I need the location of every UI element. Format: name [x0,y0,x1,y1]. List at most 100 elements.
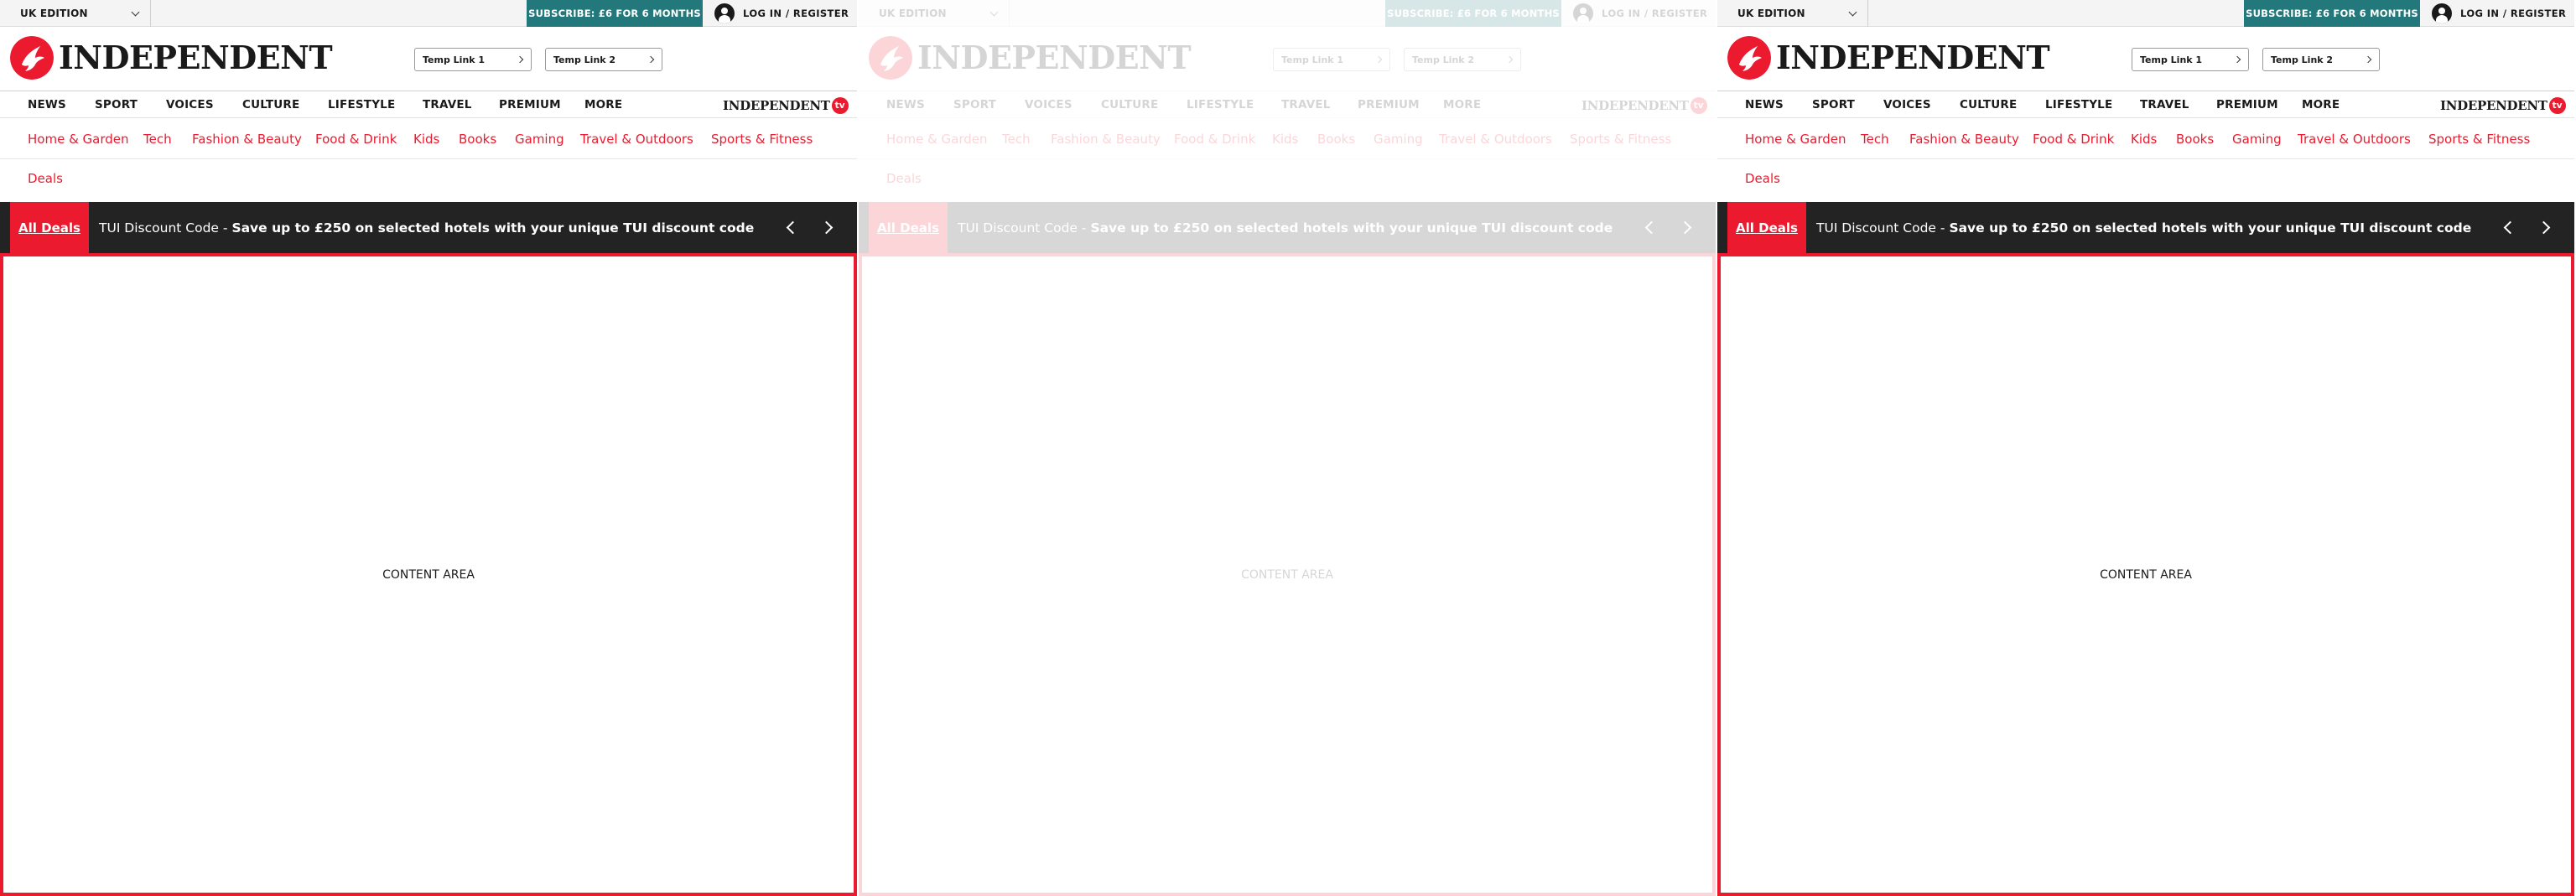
nav-item-culture[interactable]: CULTURE [242,91,299,118]
temp-link-2-button[interactable]: Temp Link 2 [1404,48,1521,71]
nav-item-lifestyle[interactable]: LIFESTYLE [2045,91,2112,118]
nav-item-more[interactable]: MORE [2302,91,2340,118]
subscribe-button[interactable]: SUBSCRIBE: £6 FOR 6 MONTHS [1385,0,1561,27]
subnav-item-kids[interactable]: Kids [413,132,439,147]
edition-label: UK EDITION [879,8,947,19]
edition-selector[interactable]: UK EDITION [0,0,151,27]
chevron-right-icon[interactable] [1678,220,1692,235]
nav-item-culture[interactable]: CULTURE [1101,91,1158,118]
nav-item-sport[interactable]: SPORT [953,91,996,118]
subnav-item-sports-fitness[interactable]: Sports & Fitness [711,132,813,147]
user-icon [714,3,735,23]
nav-item-voices[interactable]: VOICES [166,91,214,118]
login-register-link[interactable]: LOG IN / REGISTER [1573,0,1707,27]
subnav-item-gaming[interactable]: Gaming [515,132,564,147]
edition-selector[interactable]: UK EDITION [1717,0,1868,27]
chevron-right-icon [2233,55,2241,64]
subnav-item-food-drink[interactable]: Food & Drink [315,132,397,147]
login-label: LOG IN / REGISTER [1602,8,1708,19]
deal-headline[interactable]: TUI Discount Code - Save up to £250 on s… [1816,202,2471,253]
nav-item-premium[interactable]: PREMIUM [499,91,561,118]
deals-bar: All Deals TUI Discount Code - Save up to… [1717,202,2574,253]
all-deals-button[interactable]: All Deals [1727,202,1806,253]
nav-item-lifestyle[interactable]: LIFESTYLE [328,91,395,118]
chevron-down-icon [1848,8,1857,17]
site-logo[interactable]: INDEPENDENT [869,36,1192,80]
independent-tv-link[interactable]: INDEPENDENT tv [723,97,849,114]
nav-item-more[interactable]: MORE [1443,91,1481,118]
masthead: INDEPENDENT Temp Link 1 Temp Link 2 [0,28,857,91]
nav-item-lifestyle[interactable]: LIFESTYLE [1187,91,1254,118]
chevron-down-icon [131,8,140,17]
chevron-left-icon[interactable] [1644,220,1659,235]
independent-tv-link[interactable]: INDEPENDENT tv [2440,97,2566,114]
nav-item-travel[interactable]: TRAVEL [1281,91,1331,118]
subnav-item-tech[interactable]: Tech [143,132,172,147]
nav-item-news[interactable]: NEWS [1745,91,1784,118]
chevron-right-icon[interactable] [819,220,834,235]
subnav-item-home-garden[interactable]: Home & Garden [886,132,988,147]
subnav-item-food-drink[interactable]: Food & Drink [1174,132,1255,147]
subnav-item-food-drink[interactable]: Food & Drink [2033,132,2114,147]
page-panel-1: UK EDITION SUBSCRIBE: £6 FOR 6 MONTHS LO… [0,0,857,896]
nav-item-voices[interactable]: VOICES [1883,91,1931,118]
nav-item-sport[interactable]: SPORT [95,91,138,118]
subnav-item-sports-fitness[interactable]: Sports & Fitness [1570,132,1671,147]
nav-item-premium[interactable]: PREMIUM [2216,91,2278,118]
subnav-item-gaming[interactable]: Gaming [2232,132,2282,147]
independent-tv-link[interactable]: INDEPENDENT tv [1581,97,1707,114]
subnav-item-sports-fitness[interactable]: Sports & Fitness [2428,132,2530,147]
login-register-link[interactable]: LOG IN / REGISTER [714,0,849,27]
deal-highlight: Save up to £250 on selected hotels with … [1949,220,2472,236]
chevron-left-icon[interactable] [786,220,800,235]
chevron-right-icon[interactable] [2537,220,2551,235]
nav-item-more[interactable]: MORE [584,91,622,118]
nav-item-news[interactable]: NEWS [28,91,66,118]
subnav-item-home-garden[interactable]: Home & Garden [1745,132,1846,147]
subnav-item-travel-outdoors[interactable]: Travel & Outdoors [1439,132,1552,147]
chevron-left-icon[interactable] [2503,220,2517,235]
nav-item-premium[interactable]: PREMIUM [1358,91,1420,118]
subnav-item-deals[interactable]: Deals [1745,171,1780,186]
deal-headline[interactable]: TUI Discount Code - Save up to £250 on s… [99,202,754,253]
subnav-item-fashion-beauty[interactable]: Fashion & Beauty [1909,132,2019,147]
subnav-item-books[interactable]: Books [1317,132,1355,147]
login-register-link[interactable]: LOG IN / REGISTER [2432,0,2566,27]
temp-link-1-button[interactable]: Temp Link 1 [1273,48,1390,71]
nav-item-culture[interactable]: CULTURE [1960,91,2017,118]
deal-headline[interactable]: TUI Discount Code - Save up to £250 on s… [958,202,1613,253]
nav-item-voices[interactable]: VOICES [1025,91,1072,118]
nav-item-sport[interactable]: SPORT [1812,91,1855,118]
temp-link-2-button[interactable]: Temp Link 2 [545,48,662,71]
nav-item-travel[interactable]: TRAVEL [423,91,472,118]
subnav-item-gaming[interactable]: Gaming [1374,132,1423,147]
subscribe-button[interactable]: SUBSCRIBE: £6 FOR 6 MONTHS [527,0,703,27]
all-deals-button[interactable]: All Deals [869,202,948,253]
subnav-divider [1717,158,2574,159]
temp-link-2-button[interactable]: Temp Link 2 [2262,48,2380,71]
nav-item-news[interactable]: NEWS [886,91,925,118]
subscribe-button[interactable]: SUBSCRIBE: £6 FOR 6 MONTHS [2244,0,2420,27]
subnav-item-tech[interactable]: Tech [1861,132,1889,147]
subnav-item-travel-outdoors[interactable]: Travel & Outdoors [2298,132,2411,147]
subnav-item-books[interactable]: Books [2176,132,2214,147]
edition-selector[interactable]: UK EDITION [859,0,1010,27]
eagle-icon [10,36,54,80]
temp-link-1-button[interactable]: Temp Link 1 [2132,48,2249,71]
site-logo[interactable]: INDEPENDENT [10,36,333,80]
subnav-item-fashion-beauty[interactable]: Fashion & Beauty [192,132,302,147]
temp-link-1-button[interactable]: Temp Link 1 [414,48,532,71]
subnav-item-travel-outdoors[interactable]: Travel & Outdoors [580,132,693,147]
subnav-item-home-garden[interactable]: Home & Garden [28,132,129,147]
subnav-item-deals[interactable]: Deals [886,171,922,186]
subnav-item-books[interactable]: Books [459,132,496,147]
site-logo[interactable]: INDEPENDENT [1727,36,2050,80]
content-area: CONTENT AREA [859,253,1716,896]
subnav-item-kids[interactable]: Kids [1272,132,1298,147]
subnav-item-tech[interactable]: Tech [1002,132,1031,147]
subnav-item-kids[interactable]: Kids [2131,132,2157,147]
nav-item-travel[interactable]: TRAVEL [2140,91,2189,118]
subnav-item-fashion-beauty[interactable]: Fashion & Beauty [1051,132,1161,147]
all-deals-button[interactable]: All Deals [10,202,89,253]
subnav-item-deals[interactable]: Deals [28,171,63,186]
